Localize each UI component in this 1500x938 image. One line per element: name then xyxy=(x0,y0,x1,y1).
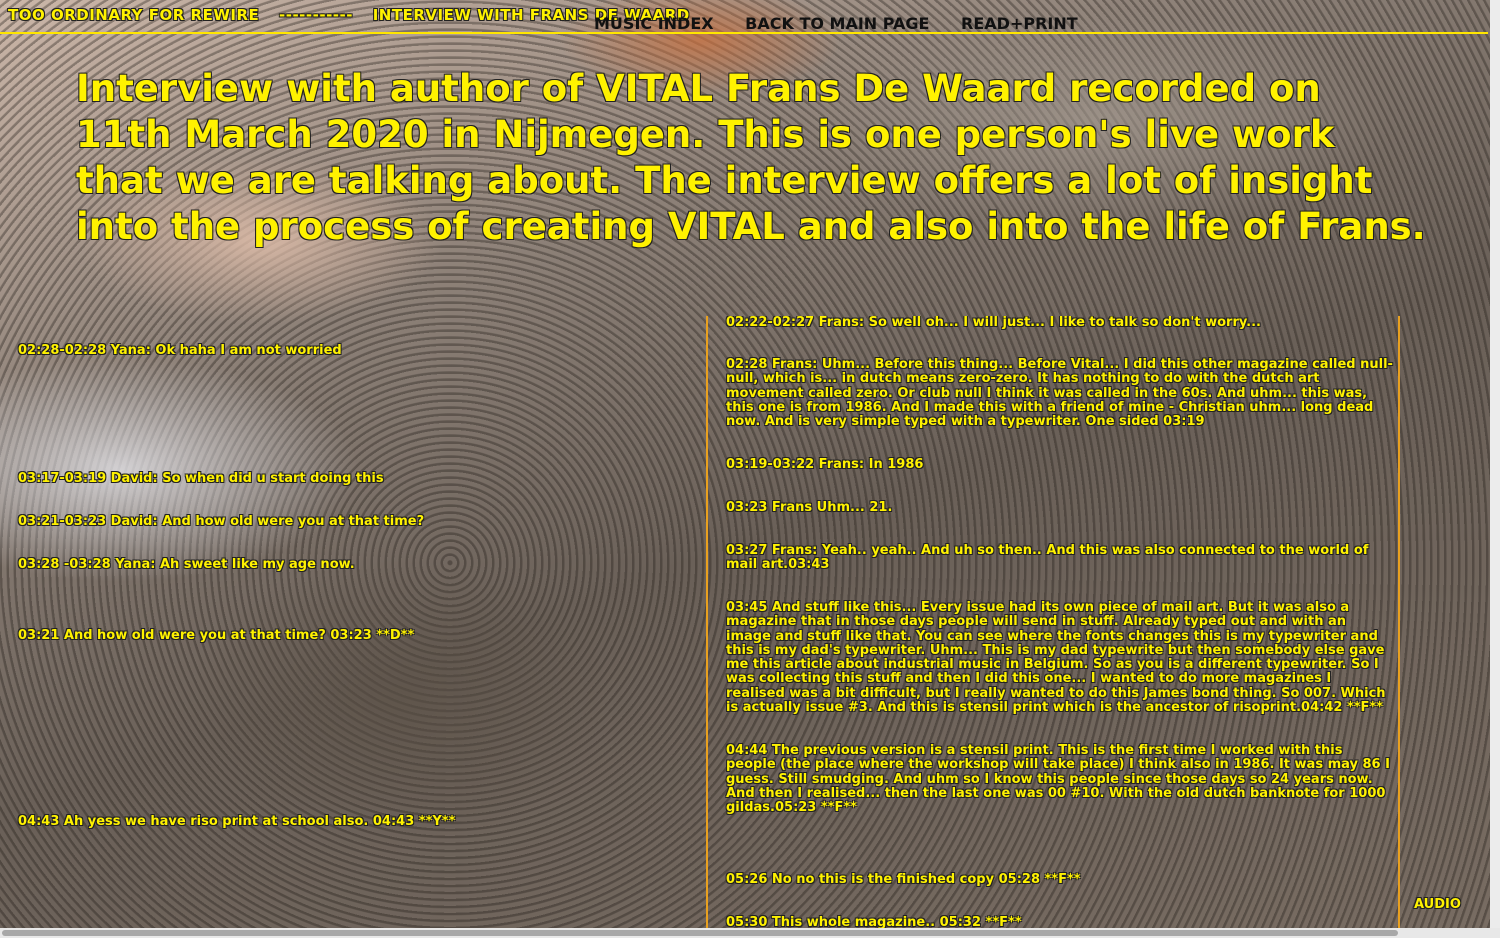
left-message: 03:17-03:19 David: So when did u start d… xyxy=(18,471,384,486)
breadcrumb-separator: ----------- xyxy=(279,6,353,24)
nav-back-to-main[interactable]: BACK TO MAIN PAGE xyxy=(745,14,929,33)
top-nav: MUSIC INDEX BACK TO MAIN PAGE READ+PRINT xyxy=(594,14,1104,33)
left-message: 02:28-02:28 Yana: Ok haha I am not worri… xyxy=(18,343,342,358)
transcript-entry: 05:26 No no this is the finished copy 05… xyxy=(726,872,1081,887)
vertical-scrollbar[interactable] xyxy=(1490,0,1500,928)
transcript-entry: 03:23 Frans Uhm... 21. xyxy=(726,500,893,515)
transcript-entry: 02:28 Frans: Uhm... Before this thing...… xyxy=(726,357,1393,430)
nav-read-print[interactable]: READ+PRINT xyxy=(961,14,1078,33)
transcript-entry: 03:45 And stuff like this... Every issue… xyxy=(726,600,1386,716)
horizontal-scrollbar[interactable] xyxy=(0,928,1500,938)
transcript-entry: 03:27 Frans: Yeah.. yeah.. And uh so the… xyxy=(726,543,1369,573)
transcript-entry: 02:22-02:27 Frans: So well oh... I will … xyxy=(726,316,1261,330)
page: { "header": { "site_title": "TOO ORDINAR… xyxy=(0,0,1500,938)
transcript-entry: 03:19-03:22 Frans: In 1986 xyxy=(726,457,924,472)
audio-button[interactable]: AUDIO xyxy=(1414,897,1461,912)
left-message: 03:21-03:23 David: And how old were you … xyxy=(18,514,425,529)
nav-music-index[interactable]: MUSIC INDEX xyxy=(594,14,714,33)
transcript-entry: 04:44 The previous version is a stensil … xyxy=(726,743,1390,816)
horizontal-scrollbar-thumb[interactable] xyxy=(2,930,1398,936)
left-message: 03:28 -03:28 Yana: Ah sweet like my age … xyxy=(18,557,355,572)
headline: Interview with author of VITAL Frans De … xyxy=(76,67,1426,248)
transcript-column[interactable]: 02:22-02:27 Frans: So well oh... I will … xyxy=(706,316,1400,936)
left-message: 04:43 Ah yess we have riso print at scho… xyxy=(18,814,456,829)
left-message: 03:21 And how old were you at that time?… xyxy=(18,628,415,643)
site-title[interactable]: TOO ORDINARY FOR REWIRE xyxy=(8,6,259,24)
